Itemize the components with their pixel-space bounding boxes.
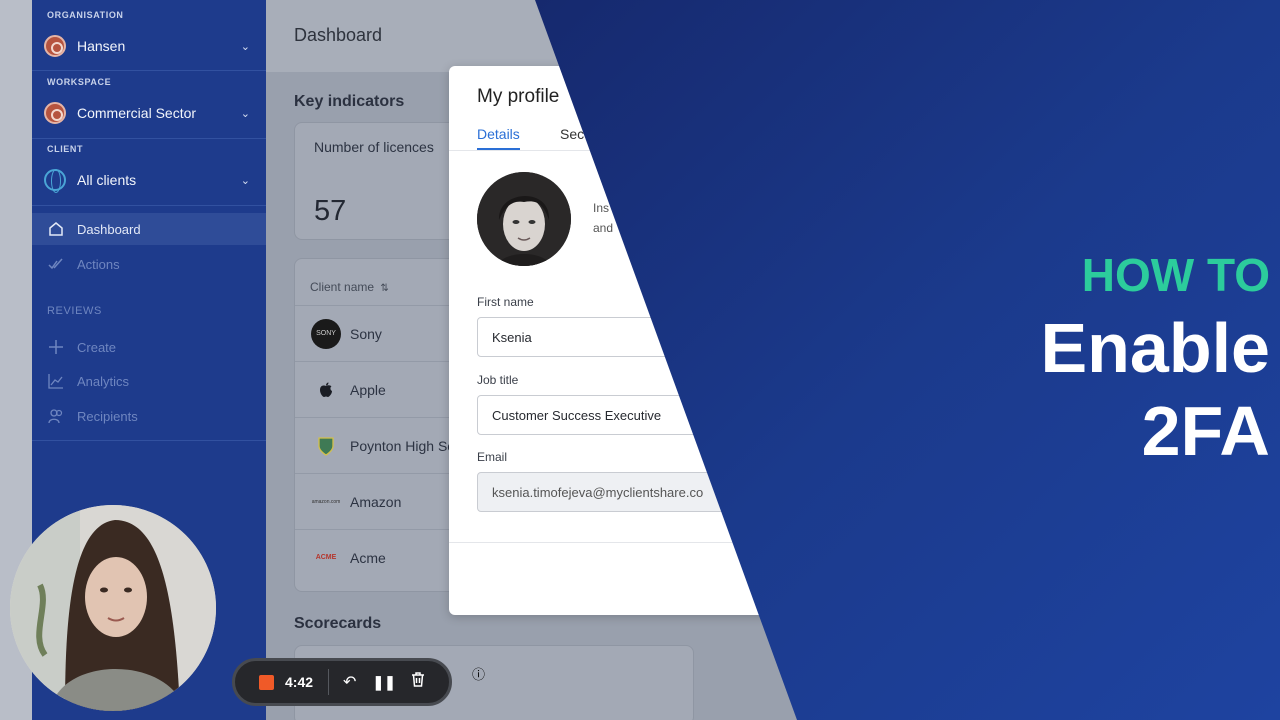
trash-icon[interactable]: [410, 671, 426, 693]
divider: [328, 669, 330, 695]
headline-enable: Enable: [1040, 309, 1270, 387]
headline-how-to: HOW TO: [1081, 249, 1270, 301]
recording-time: 4:42: [285, 674, 314, 690]
stop-recording-button[interactable]: [259, 674, 274, 690]
presenter-webcam: [10, 505, 216, 711]
headline-2fa: 2FA: [1141, 392, 1270, 470]
pause-icon[interactable]: ❚❚: [372, 674, 395, 691]
undo-icon[interactable]: ↶: [343, 672, 356, 692]
recording-controls: 4:42 ↶ ❚❚: [232, 658, 452, 706]
